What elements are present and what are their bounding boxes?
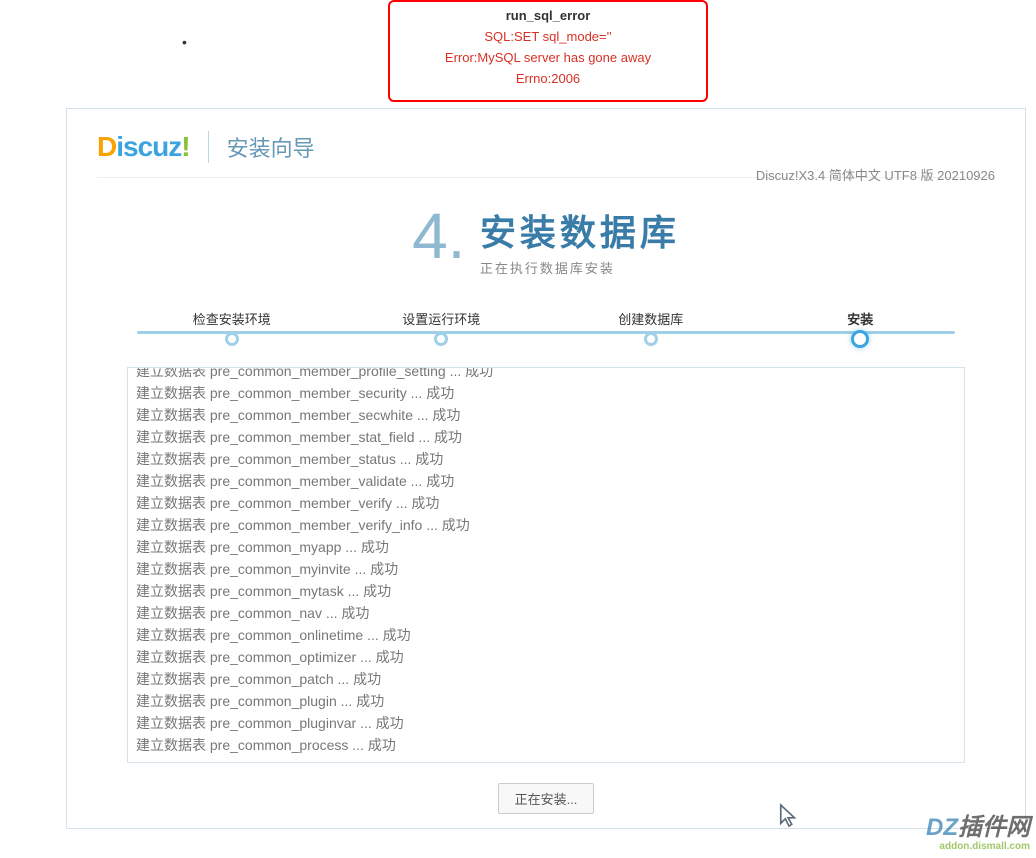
progress-step: 检查安装环境 — [127, 309, 337, 348]
list-bullet: • — [182, 34, 187, 50]
log-line: 建立数据表 pre_common_pluginvar ... 成功 — [136, 712, 956, 734]
logo-divider — [208, 131, 209, 163]
sql-error-box: run_sql_error SQL:SET sql_mode='' Error:… — [388, 0, 708, 102]
progress-step: 创建数据库 — [546, 309, 756, 348]
discuz-logo: Discuz! — [97, 131, 190, 163]
progress-step-circle — [644, 332, 658, 346]
log-line: 建立数据表 pre_common_mytask ... 成功 — [136, 580, 956, 602]
step-subtitle: 正在执行数据库安装 — [480, 258, 680, 277]
submit-row: 正在安装... — [67, 763, 1025, 828]
progress-step-label: 检查安装环境 — [127, 309, 337, 328]
log-line: 建立数据表 pre_common_member_profile_setting … — [136, 367, 956, 382]
log-line: 建立数据表 pre_common_member_stat_field ... 成… — [136, 426, 956, 448]
progress-step: 安装 — [756, 309, 966, 348]
log-line: 建立数据表 pre_common_onlinetime ... 成功 — [136, 624, 956, 646]
progress-step: 设置运行环境 — [337, 309, 547, 348]
progress-step-circle — [225, 332, 239, 346]
log-line: 建立数据表 pre_common_process ... 成功 — [136, 734, 956, 756]
error-title: run_sql_error — [400, 8, 696, 23]
log-line: 建立数据表 pre_common_nav ... 成功 — [136, 602, 956, 624]
log-line: 建立数据表 pre_common_member_status ... 成功 — [136, 448, 956, 470]
log-line: 建立数据表 pre_common_member_secwhite ... 成功 — [136, 404, 956, 426]
step-hero: 4. 安装数据库 正在执行数据库安装 — [67, 186, 1025, 287]
installer-panel: Discuz! 安装向导 Discuz!X3.4 简体中文 UTF8 版 202… — [66, 108, 1026, 829]
log-line: 建立数据表 pre_common_patch ... 成功 — [136, 668, 956, 690]
logo-row: Discuz! 安装向导 — [97, 131, 995, 163]
progress-step-circle — [434, 332, 448, 346]
installing-button[interactable]: 正在安装... — [498, 783, 595, 814]
log-line: 建立数据表 pre_common_member_verify_info ... … — [136, 514, 956, 536]
error-errno: Errno:2006 — [400, 71, 696, 86]
progress-step-label: 设置运行环境 — [337, 309, 547, 328]
installer-header: Discuz! 安装向导 Discuz!X3.4 简体中文 UTF8 版 202… — [67, 109, 1025, 186]
log-line: 建立数据表 pre_common_member_verify ... 成功 — [136, 492, 956, 514]
log-line: 建立数据表 pre_common_myinvite ... 成功 — [136, 558, 956, 580]
version-text: Discuz!X3.4 简体中文 UTF8 版 20210926 — [756, 165, 995, 184]
progress-steps: 检查安装环境设置运行环境创建数据库安装 — [127, 309, 965, 348]
step-title: 安装数据库 — [480, 204, 680, 256]
progress-step-circle — [851, 330, 869, 348]
log-line: 建立数据表 pre_common_optimizer ... 成功 — [136, 646, 956, 668]
wizard-title: 安装向导 — [227, 131, 315, 163]
error-message: Error:MySQL server has gone away — [400, 50, 696, 65]
progress-step-label: 安装 — [756, 309, 966, 328]
step-number: 4. — [412, 204, 465, 268]
error-sql: SQL:SET sql_mode='' — [400, 29, 696, 44]
install-log[interactable]: 建立数据表 pre_common_member_profile_setting … — [127, 367, 965, 763]
progress-bar: 检查安装环境设置运行环境创建数据库安装 — [127, 309, 965, 339]
progress-step-label: 创建数据库 — [546, 309, 756, 328]
log-line: 建立数据表 pre_common_member_security ... 成功 — [136, 382, 956, 404]
log-line: 建立数据表 pre_common_plugin ... 成功 — [136, 690, 956, 712]
log-line: 建立数据表 pre_common_myapp ... 成功 — [136, 536, 956, 558]
log-line: 建立数据表 pre_common_member_validate ... 成功 — [136, 470, 956, 492]
